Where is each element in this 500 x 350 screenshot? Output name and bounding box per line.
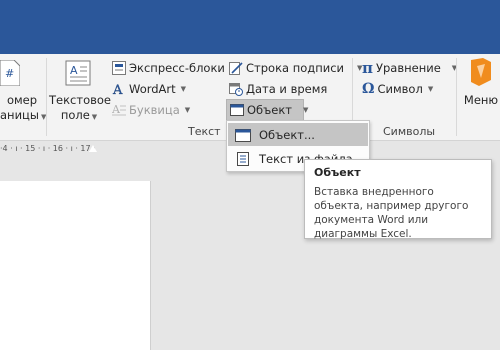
date-time-button[interactable]: Дата и время [229, 80, 327, 98]
tooltip-body: Вставка внедренного объекта, например др… [314, 186, 469, 240]
wordart-button[interactable]: A WordArt ▼ [112, 80, 186, 98]
omega-icon: Ω [362, 81, 375, 97]
signature-line-button[interactable]: Строка подписи ▼ [229, 59, 362, 77]
pi-icon: π [362, 59, 373, 77]
symbol-button[interactable]: Ω Символ ▼ [362, 80, 433, 98]
textbox-icon: A [65, 60, 91, 86]
document-page[interactable] [0, 181, 151, 350]
page-number-icon: # [0, 59, 21, 87]
equation-button[interactable]: π Уравнение ▼ [362, 59, 457, 77]
group-label-text: Текст [188, 125, 221, 138]
object-label: Объект [247, 103, 292, 117]
office-logo-icon [469, 58, 493, 86]
wordart-icon: A [112, 82, 126, 98]
menu-button[interactable]: Меню [460, 54, 500, 122]
textbox-label-2: поле [60, 108, 90, 122]
calendar-clock-icon [229, 82, 243, 96]
equation-label: Уравнение [375, 61, 441, 75]
page-number-label-2: аницы [0, 108, 39, 122]
menu-item-object-label: Объект... [259, 127, 315, 142]
dropcap-icon: A [111, 103, 126, 117]
svg-text:#: # [5, 67, 14, 80]
dropdown-arrow-icon: ▼ [184, 106, 191, 114]
dropdown-arrow-icon: ▼ [303, 106, 309, 114]
symbol-label: Символ [377, 82, 423, 96]
page-number-label-1: омер [6, 93, 38, 107]
tooltip-title: Объект [314, 166, 361, 179]
group-divider [46, 58, 47, 136]
object-button[interactable]: Объект ▼ [226, 99, 308, 122]
textbox-button[interactable]: A Текстовое поле ▼ [49, 54, 111, 122]
object-icon [235, 127, 251, 143]
group-label-symbols: Символы [383, 125, 436, 138]
tooltip: Объект Вставка внедренного объекта, напр… [304, 159, 492, 240]
textbox-label-1: Текстовое [49, 93, 111, 107]
dropdown-arrow-icon: ▼ [91, 113, 98, 121]
quick-parts-label: Экспресс-блоки [129, 61, 225, 75]
signature-line-icon [229, 61, 243, 75]
svg-text:A: A [112, 83, 123, 96]
wordart-label: WordArt [129, 82, 176, 96]
quick-parts-icon [112, 61, 126, 75]
svg-text:A: A [70, 64, 78, 77]
date-time-label: Дата и время [246, 82, 328, 96]
title-bar [0, 0, 500, 54]
group-divider [456, 58, 457, 136]
dropcap-label: Буквица [129, 103, 180, 117]
page-number-button[interactable]: # омер аницы ▼ [0, 54, 46, 122]
dropdown-arrow-icon: ▼ [427, 85, 434, 93]
menu-label: Меню [463, 93, 499, 107]
object-icon [230, 103, 244, 117]
dropdown-arrow-icon: ▼ [180, 85, 187, 93]
menu-item-object[interactable]: Объект... [228, 123, 368, 146]
text-from-file-icon [235, 151, 251, 167]
dropcap-button[interactable]: A Буквица ▼ [111, 101, 191, 119]
horizontal-ruler: ·4 · ı · 15 · ı · 16 · ı · 17 · [0, 144, 96, 153]
quick-parts-button[interactable]: Экспресс-блоки▼ [112, 59, 235, 77]
ruler-indent-marker-icon [89, 145, 97, 152]
svg-text:A: A [112, 103, 121, 116]
signature-line-label: Строка подписи [246, 61, 345, 75]
